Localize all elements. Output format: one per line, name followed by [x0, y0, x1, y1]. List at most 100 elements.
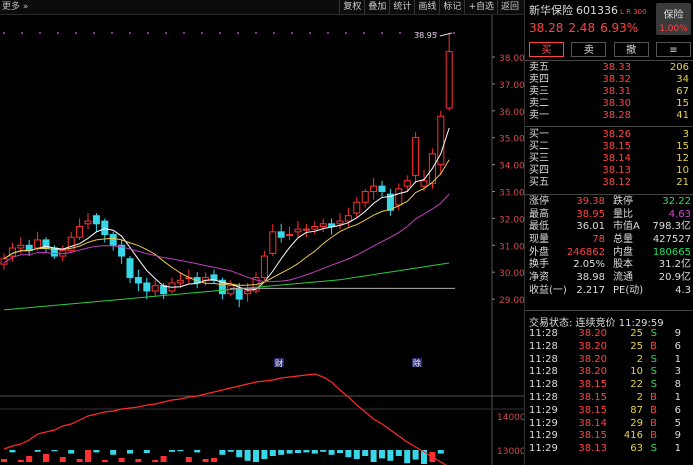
candle-body — [235, 287, 243, 300]
stock-name: 新华保险 — [529, 4, 573, 17]
menu-button[interactable]: ≡ — [655, 42, 691, 57]
tick-direction: B — [650, 391, 657, 403]
price-change: 2.48 — [568, 21, 596, 35]
tick-direction: S — [650, 353, 657, 365]
level-label: 买一 — [529, 129, 549, 140]
stat-value: 2.217 — [576, 284, 605, 296]
level-volume: 67 — [676, 86, 689, 97]
level-price: 38.12 — [602, 177, 631, 188]
stat-key2: 跌停 — [613, 196, 633, 207]
stat-value: 38.98 — [576, 272, 605, 284]
stat-key: 最低 — [529, 221, 549, 233]
volume-bar-down — [345, 450, 352, 458]
tick-direction: B — [650, 340, 657, 352]
price-axis-label: 30.00 — [499, 269, 524, 279]
sector-badge[interactable]: 保险 1.00% — [656, 3, 691, 35]
tick-price: 38.20 — [578, 366, 607, 378]
tick-list[interactable]: 11:28 38.20 25 S 9 11:28 38.20 25 B 6 11:28 38.20 2 S… — [529, 328, 693, 456]
marker-dot — [183, 32, 185, 34]
level-price: 38.26 — [602, 129, 631, 140]
stat-row: 最低 36.01 市值A 798.3亿 — [529, 221, 691, 234]
ask-row[interactable]: 卖一 38.28 41 — [529, 110, 689, 122]
stat-key2: 流通 — [613, 272, 633, 284]
tick-price: 38.15 — [578, 404, 607, 416]
volume-bar-down — [404, 450, 411, 464]
volume-bar-up — [160, 456, 167, 462]
candle-body — [84, 220, 92, 225]
stat-key2: PE(动) — [613, 284, 644, 296]
volume-bar-down — [93, 450, 100, 453]
tick-volume: 25 — [630, 340, 643, 352]
volume-bar-up — [76, 459, 83, 462]
stat-key2: 内盘 — [613, 246, 633, 258]
tick-count: 5 — [674, 417, 681, 429]
tick-count: 1 — [674, 391, 681, 403]
divider — [525, 60, 693, 61]
kline-chart-area[interactable]: 更多 » 复权 叠加 统计 画线 标记 +自选 返回 38.00 37.00 36.00 35.0… — [0, 0, 524, 465]
level-volume: 206 — [669, 62, 689, 73]
tick-direction: B — [650, 417, 657, 429]
tick-time: 11:29 — [529, 417, 558, 429]
tick-direction: B — [650, 430, 657, 442]
volume-bar-down — [143, 450, 150, 453]
tick-time: 11:29 — [529, 430, 558, 442]
sell-button[interactable]: 卖 — [571, 42, 607, 57]
sector-pct: 1.00% — [659, 24, 688, 34]
bid-row[interactable]: 买三 38.14 12 — [529, 153, 689, 165]
stat-key2: 量比 — [613, 208, 633, 220]
level-volume: 3 — [682, 129, 689, 140]
price-axis-label: 31.00 — [499, 242, 524, 252]
stock-badges: L R 300 — [620, 8, 647, 16]
tick-volume: 63 — [630, 443, 643, 455]
price-line: 38.28 2.48 6.93% — [529, 21, 643, 35]
buy-button[interactable]: 买 — [529, 42, 564, 57]
candle-body — [370, 185, 378, 192]
tick-row: 11:28 38.20 25 B 6 — [529, 341, 693, 354]
volume-bar-down — [286, 450, 293, 454]
cancel-order-button[interactable]: 撤 — [613, 42, 649, 57]
marker-dot — [327, 32, 329, 34]
volume-bar-down — [244, 450, 251, 461]
price-axis-label: 29.00 — [499, 296, 524, 306]
candle-body — [92, 215, 100, 225]
level-price: 38.13 — [602, 165, 631, 176]
bid-row[interactable]: 买四 38.13 10 — [529, 165, 689, 177]
stat-value: 38.95 — [576, 208, 605, 220]
volume-bar-down — [353, 450, 360, 459]
stat-value: 78 — [592, 234, 605, 246]
level-label: 买五 — [529, 177, 549, 188]
ma5-line — [3, 127, 450, 291]
tick-row: 11:29 38.15 416 B 9 — [529, 430, 693, 443]
bid-row[interactable]: 买一 38.26 3 — [529, 129, 689, 141]
level-label: 卖三 — [529, 86, 549, 97]
tick-price: 38.15 — [578, 379, 607, 391]
stock-code: 601336 — [576, 4, 618, 17]
ask-row[interactable]: 卖二 38.30 15 — [529, 98, 689, 110]
candle-body — [34, 239, 42, 249]
marker-dot — [237, 32, 239, 34]
marker-dot — [399, 32, 401, 34]
level-volume: 15 — [676, 141, 689, 152]
stat-value: 246862 — [566, 246, 605, 258]
bid-row[interactable]: 买二 38.15 15 — [529, 141, 689, 153]
price-axis-label: 38.00 — [499, 54, 524, 64]
stat-row: 净资 38.98 流通 20.9亿 — [529, 272, 691, 285]
trade-buttons: 买 卖 撤 ≡ — [529, 42, 691, 57]
tick-row: 11:28 38.20 25 S 9 — [529, 328, 693, 341]
level-price: 38.31 — [602, 86, 631, 97]
tick-count: 1 — [674, 353, 681, 365]
candlestick-chart[interactable]: 38.00 37.00 36.00 35.00 34.00 33.00 32.00 31.00… — [0, 0, 524, 465]
tick-price: 38.20 — [578, 353, 607, 365]
tick-price: 38.15 — [578, 391, 607, 403]
volume-bar-down — [328, 450, 335, 455]
volume-bar-up — [211, 458, 217, 462]
ask-row[interactable]: 卖四 38.32 34 — [529, 74, 689, 86]
tick-price: 38.14 — [578, 417, 607, 429]
volume-bar-up — [59, 457, 66, 462]
tick-direction: S — [650, 366, 657, 378]
ask-row[interactable]: 卖五 38.33 206 — [529, 62, 689, 74]
bid-row[interactable]: 买五 38.12 21 — [529, 177, 689, 189]
stat-row: 收益(一) 2.217 PE(动) 4.3 — [529, 285, 691, 298]
candle-body — [286, 234, 294, 237]
ask-row[interactable]: 卖三 38.31 67 — [529, 86, 689, 98]
